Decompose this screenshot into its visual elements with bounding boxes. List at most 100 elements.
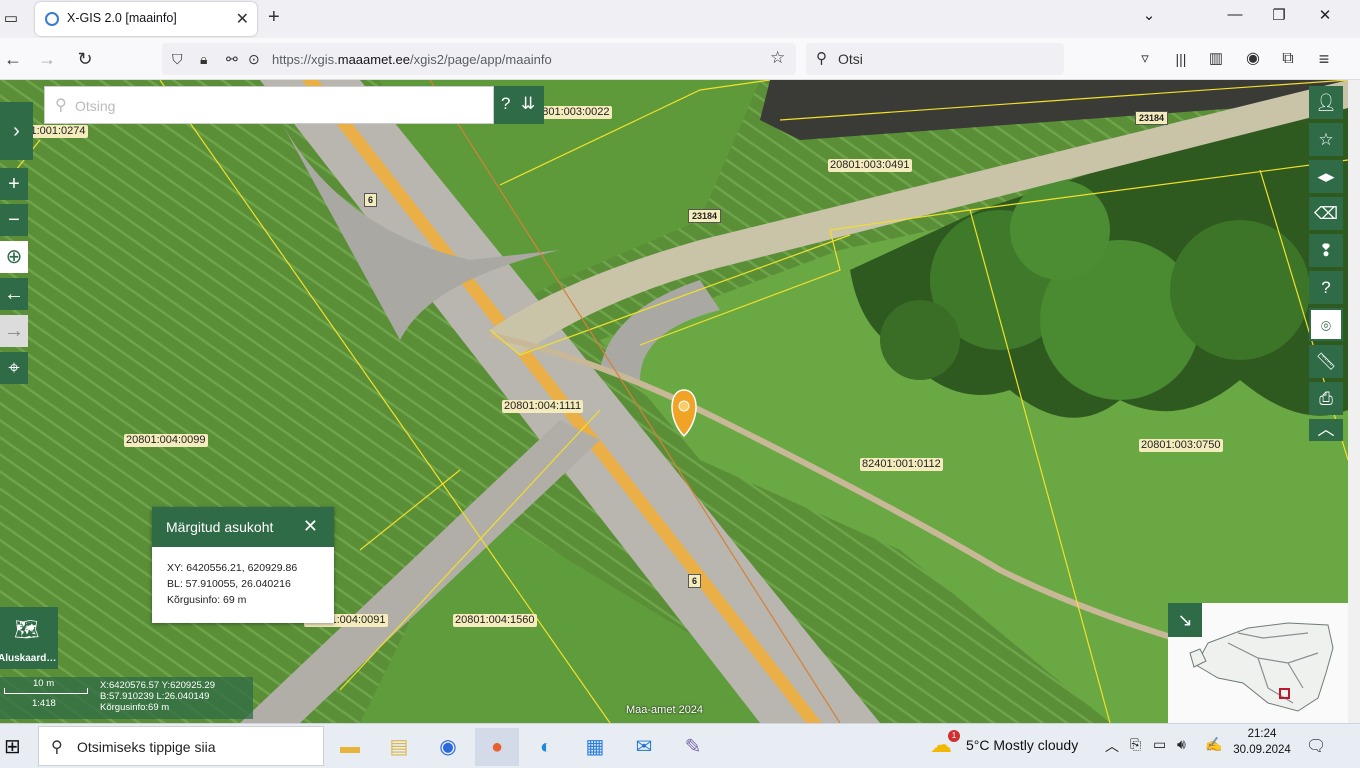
- tab-title: X-GIS 2.0 [maainfo]: [67, 11, 177, 25]
- clock-date: 30.09.2024: [1233, 744, 1291, 756]
- help-icon[interactable]: ?: [1309, 271, 1343, 304]
- sidebar-icon[interactable]: ▥: [1205, 48, 1227, 70]
- edge-icon[interactable]: ◐: [524, 728, 568, 766]
- firefox-icon[interactable]: ●: [475, 728, 519, 766]
- search-icon: ⚲: [55, 97, 67, 114]
- location-permission-icon[interactable]: ⊙: [248, 51, 260, 68]
- store-icon[interactable]: ▦: [573, 728, 617, 766]
- basemap-button[interactable]: 🗺︎ Aluskaard…: [0, 607, 58, 669]
- url-bar[interactable]: ⛉ 🔒︎ ⚯ ⊙ https://xgis.maaamet.ee/xgis2/p…: [162, 43, 796, 75]
- search-icon: ⚲: [816, 50, 827, 67]
- globe-icon: [45, 12, 59, 26]
- cursor-height: Kõrgusinfo:69 m: [100, 702, 170, 713]
- maximize-icon[interactable]: ❐: [1264, 6, 1294, 24]
- map-search-placeholder: Otsing: [75, 98, 116, 114]
- feedback-icon[interactable]: ❢: [1309, 234, 1343, 267]
- search-help-button[interactable]: ?: [501, 94, 510, 114]
- windows-taskbar: ⊞ ⚲ Otsimiseks tippige siia ▬ ▤ ◉ ● ◐ ▦ …: [0, 723, 1360, 768]
- locate-me-icon[interactable]: ⊕: [0, 241, 28, 273]
- open-panel-chevron-icon[interactable]: ›: [0, 102, 33, 160]
- parcel-label: 82401:001:0112: [860, 458, 943, 471]
- tab-overflow-icon[interactable]: ⌄: [1134, 6, 1164, 24]
- favorites-star-icon[interactable]: ☆: [1309, 123, 1343, 156]
- eraser-icon[interactable]: ⌫: [1309, 197, 1343, 230]
- taskbar-search-input[interactable]: ⚲ Otsimiseks tippige siia: [38, 726, 324, 766]
- show-hidden-icons-chevron-icon[interactable]: ︿: [1105, 736, 1119, 756]
- scale-ratio: 1:418: [32, 698, 56, 709]
- back-icon[interactable]: ←: [2, 48, 24, 70]
- overview-minimap[interactable]: ↘: [1168, 603, 1348, 723]
- search-help-panel: ? ⇊: [494, 86, 544, 124]
- extensions-icon[interactable]: ⧉: [1277, 48, 1299, 70]
- browser-nav-bar: ← → ↻ ⛉ 🔒︎ ⚯ ⊙ https://xgis.maaamet.ee/x…: [0, 38, 1360, 80]
- pocket-icon[interactable]: ▿: [1134, 48, 1156, 70]
- collapse-chevron-icon[interactable]: ︿: [1309, 419, 1343, 441]
- road-number: 6: [688, 574, 702, 588]
- menu-icon[interactable]: ≡: [1313, 48, 1335, 70]
- url-text: https://xgis.maaamet.ee/xgis2/page/app/m…: [272, 52, 552, 67]
- compass-icon[interactable]: ⌖: [0, 352, 28, 384]
- notification-center-icon[interactable]: 🗨︎: [1306, 736, 1326, 756]
- network-icon[interactable]: ▭: [1153, 736, 1166, 753]
- map-search-input[interactable]: ⚲ Otsing: [44, 86, 494, 124]
- zoom-in-button[interactable]: +: [0, 168, 28, 200]
- measure-ruler-icon[interactable]: 📏︎: [1309, 345, 1343, 378]
- popup-height: Kõrgusinfo: 69 m: [167, 594, 247, 606]
- weather-text: 5°C Mostly cloudy: [966, 737, 1079, 753]
- road-number: 23184: [688, 209, 722, 223]
- new-tab-icon[interactable]: +: [268, 6, 280, 29]
- browser-app-icon[interactable]: ◉: [426, 728, 470, 766]
- parcel-label: 20801:003:0750: [1139, 439, 1223, 452]
- browser-search-placeholder: Otsi: [838, 51, 863, 67]
- minimize-icon[interactable]: —: [1220, 6, 1250, 23]
- previous-view-icon[interactable]: ←: [0, 278, 28, 310]
- library-icon[interactable]: |||: [1170, 48, 1192, 70]
- close-tab-icon[interactable]: ✕: [236, 9, 249, 29]
- browser-search-field[interactable]: ⚲ Otsi: [806, 43, 1064, 75]
- bookmark-star-icon[interactable]: ☆: [770, 48, 785, 68]
- copyright: Maa-amet 2024: [626, 704, 704, 716]
- print-icon[interactable]: ⎙: [1309, 382, 1343, 415]
- taskbar-search-placeholder: Otsimiseks tippige siia: [77, 739, 216, 755]
- forward-icon[interactable]: →: [36, 48, 58, 70]
- scale-coordinates-panel: 10 m 1:418 X:6420576.57 Y:620925.29 B:57…: [0, 677, 253, 719]
- aerial-imagery: [0, 80, 1348, 723]
- clock-time: 21:24: [1247, 728, 1277, 740]
- window-close-icon[interactable]: ✕: [1310, 6, 1340, 24]
- lock-icon[interactable]: 🔒︎: [200, 51, 207, 68]
- reload-icon[interactable]: ↻: [74, 48, 96, 70]
- user-icon[interactable]: 👤︎: [1309, 86, 1343, 119]
- parcel-label: 20801:004:1560: [453, 614, 537, 627]
- windows-start-icon[interactable]: ⊞: [4, 734, 21, 759]
- volume-icon[interactable]: 🔊︎: [1177, 736, 1186, 753]
- marked-location-popup: Märgitud asukoht ✕ XY: 6420556.21, 62092…: [152, 507, 334, 623]
- permissions-icon[interactable]: ⚯: [226, 51, 238, 68]
- mark-location-icon[interactable]: ⌾: [1309, 308, 1343, 341]
- expand-search-icon[interactable]: ⇊: [521, 94, 535, 114]
- tab-xgis[interactable]: X-GIS 2.0 [maainfo] ✕: [35, 2, 257, 36]
- scale-bar: [4, 688, 88, 694]
- compare-arrows-icon[interactable]: ◂▸: [1309, 160, 1343, 193]
- mail-icon[interactable]: ✉: [622, 728, 666, 766]
- meet-now-icon[interactable]: ⎘: [1130, 736, 1141, 753]
- next-view-icon[interactable]: →: [0, 315, 28, 347]
- minimap-toggle-icon[interactable]: ↘: [1168, 603, 1202, 637]
- map-view[interactable]: 82401:001:0274 20801:003:0022 20801:003:…: [0, 80, 1348, 723]
- parcel-label: 20801:004:1111: [502, 400, 584, 413]
- page-scrollbar[interactable]: [1348, 80, 1360, 723]
- search-icon: ⚲: [51, 739, 63, 756]
- paint-icon[interactable]: ✎: [671, 728, 715, 766]
- weather-badge: 1: [948, 730, 960, 742]
- zoom-out-button[interactable]: −: [0, 204, 28, 236]
- popup-bl: BL: 57.910055, 26.040216: [167, 578, 291, 590]
- shield-icon[interactable]: ⛉: [172, 51, 183, 68]
- system-clock[interactable]: 21:24 30.09.2024: [1232, 728, 1292, 756]
- tab-list-icon[interactable]: ▭: [0, 8, 22, 30]
- road-number: 23184: [1135, 111, 1169, 125]
- notes-app-icon[interactable]: ▤: [377, 728, 421, 766]
- file-explorer-icon[interactable]: ▬: [328, 728, 372, 766]
- parcel-label: 20801:003:0491: [828, 159, 912, 172]
- pen-icon[interactable]: ✍: [1205, 736, 1222, 753]
- account-icon[interactable]: ◉: [1242, 48, 1264, 70]
- popup-close-icon[interactable]: ✕: [303, 516, 318, 537]
